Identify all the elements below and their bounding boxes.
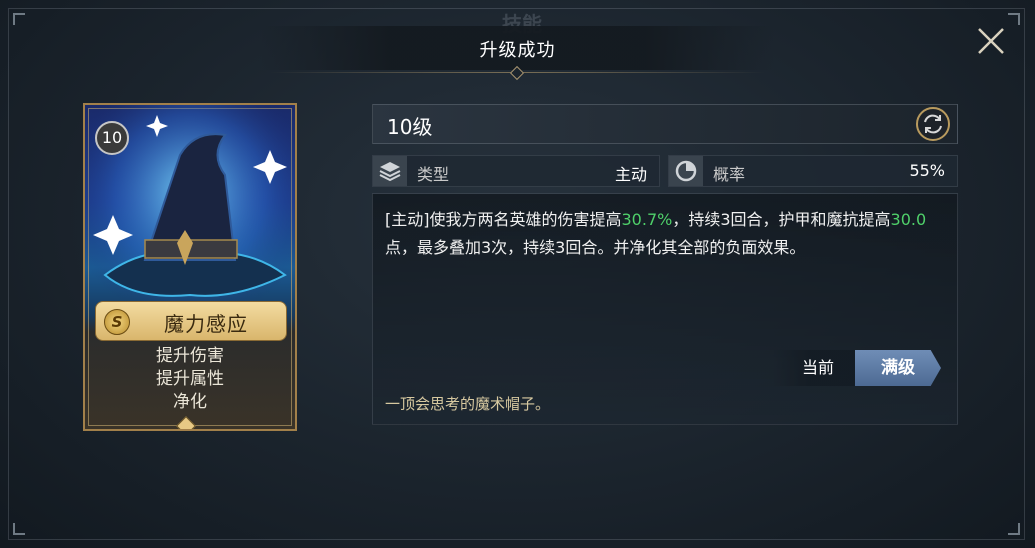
description-text: [主动]使我方两名英雄的伤害提高 [385, 210, 622, 229]
chance-label: 概率 [713, 165, 746, 184]
skill-card: 10 S 魔力感应 提升伤害 提升属性 净化 [83, 103, 297, 431]
card-tag: 提升属性 [156, 369, 224, 389]
skill-description: [主动]使我方两名英雄的伤害提高30.7%，持续3回合，护甲和魔抗提高30.0 点… [385, 206, 953, 262]
frame-corner [13, 13, 25, 25]
card-tags: 提升伤害 提升属性 净化 [85, 345, 295, 414]
close-icon [978, 28, 1004, 54]
chance-value: 55% [909, 161, 945, 180]
description-text: ，持续3回合，护甲和魔抗提高 [672, 210, 891, 229]
pie-chart-icon [675, 160, 697, 182]
frame-corner [1008, 523, 1020, 535]
frame-corner [13, 523, 25, 535]
close-button[interactable] [974, 24, 1008, 58]
tab-current-level[interactable]: 当前 [773, 350, 863, 386]
skill-name-banner: S 魔力感应 [95, 301, 287, 341]
type-value: 主动 [614, 165, 647, 184]
stat-chance: 概率 55% [668, 155, 958, 187]
rank-badge: S [104, 309, 130, 335]
armor-bonus-value: 30.0 [890, 210, 927, 229]
skill-level-bar: 10级 [372, 104, 958, 144]
stat-icon-container [373, 156, 407, 186]
layers-icon [379, 162, 401, 182]
card-tag: 净化 [173, 392, 207, 412]
skill-name: 魔力感应 [164, 312, 248, 336]
card-tag: 提升伤害 [156, 346, 224, 366]
description-panel: [主动]使我方两名英雄的伤害提高30.7%，持续3回合，护甲和魔抗提高30.0 点… [372, 193, 958, 425]
tab-max-level[interactable]: 满级 [855, 350, 941, 386]
refresh-icon [916, 107, 950, 141]
refresh-button[interactable] [913, 106, 953, 142]
flavor-text: 一顶会思考的魔术帽子。 [385, 395, 551, 413]
skill-level: 10级 [387, 115, 433, 139]
level-badge: 10 [95, 121, 129, 155]
page-title: 升级成功 [479, 40, 556, 61]
damage-bonus-value: 30.7% [621, 210, 673, 229]
frame-corner [1008, 13, 1020, 25]
type-label: 类型 [417, 165, 450, 184]
description-text: 点，最多叠加3次，持续3回合。并净化其全部的负面效果。 [385, 238, 806, 257]
stat-type: 类型 主动 [372, 155, 660, 187]
stat-icon-container [669, 156, 703, 186]
